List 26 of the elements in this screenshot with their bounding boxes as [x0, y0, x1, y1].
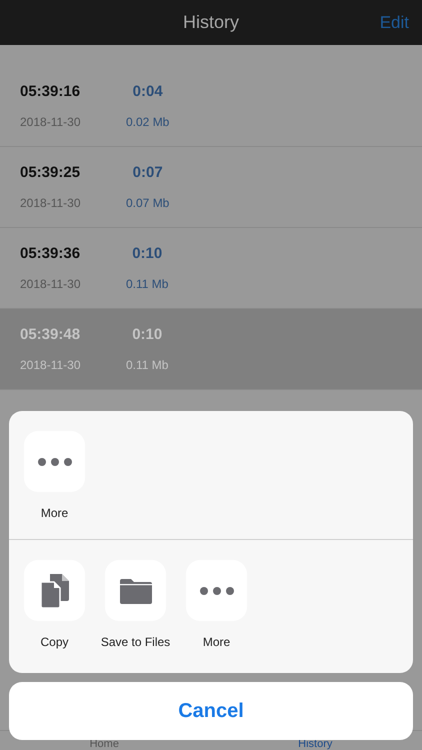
- recording-duration: 0:10: [132, 244, 162, 264]
- share-action[interactable]: Save to Files: [95, 560, 176, 651]
- recording-duration: 0:07: [132, 163, 163, 184]
- folder-icon: [120, 578, 152, 604]
- recording-time: 05:39:36: [20, 244, 82, 264]
- more-icon: [198, 586, 234, 596]
- recording-date: 2018-11-30: [20, 356, 82, 374]
- recording-date: 2018-11-30: [20, 114, 82, 131]
- share-action[interactable]: Copy: [14, 560, 95, 651]
- recording-duration: 0:10: [132, 325, 162, 346]
- recording-date: 2018-11-30: [20, 276, 82, 293]
- cancel-button[interactable]: Cancel: [9, 682, 413, 740]
- recording-size: 0.11 Mb: [126, 356, 168, 374]
- nav-title: History: [182, 11, 239, 34]
- recording-duration: 0:04: [132, 82, 163, 102]
- share-action[interactable]: More: [176, 560, 257, 651]
- recording-time: 05:39:16: [20, 82, 82, 102]
- recording-size: 0.02 Mb: [126, 114, 170, 131]
- share-action[interactable]: More: [14, 431, 95, 522]
- recording-date: 2018-11-30: [20, 194, 82, 212]
- recording-time: 05:39:25: [20, 163, 82, 184]
- more-icon: [36, 456, 72, 466]
- documents-icon: [40, 574, 70, 608]
- recording-size: 0.11 Mb: [126, 276, 168, 293]
- recording-time: 05:39:48: [20, 325, 82, 346]
- recording-size: 0.07 Mb: [126, 194, 170, 212]
